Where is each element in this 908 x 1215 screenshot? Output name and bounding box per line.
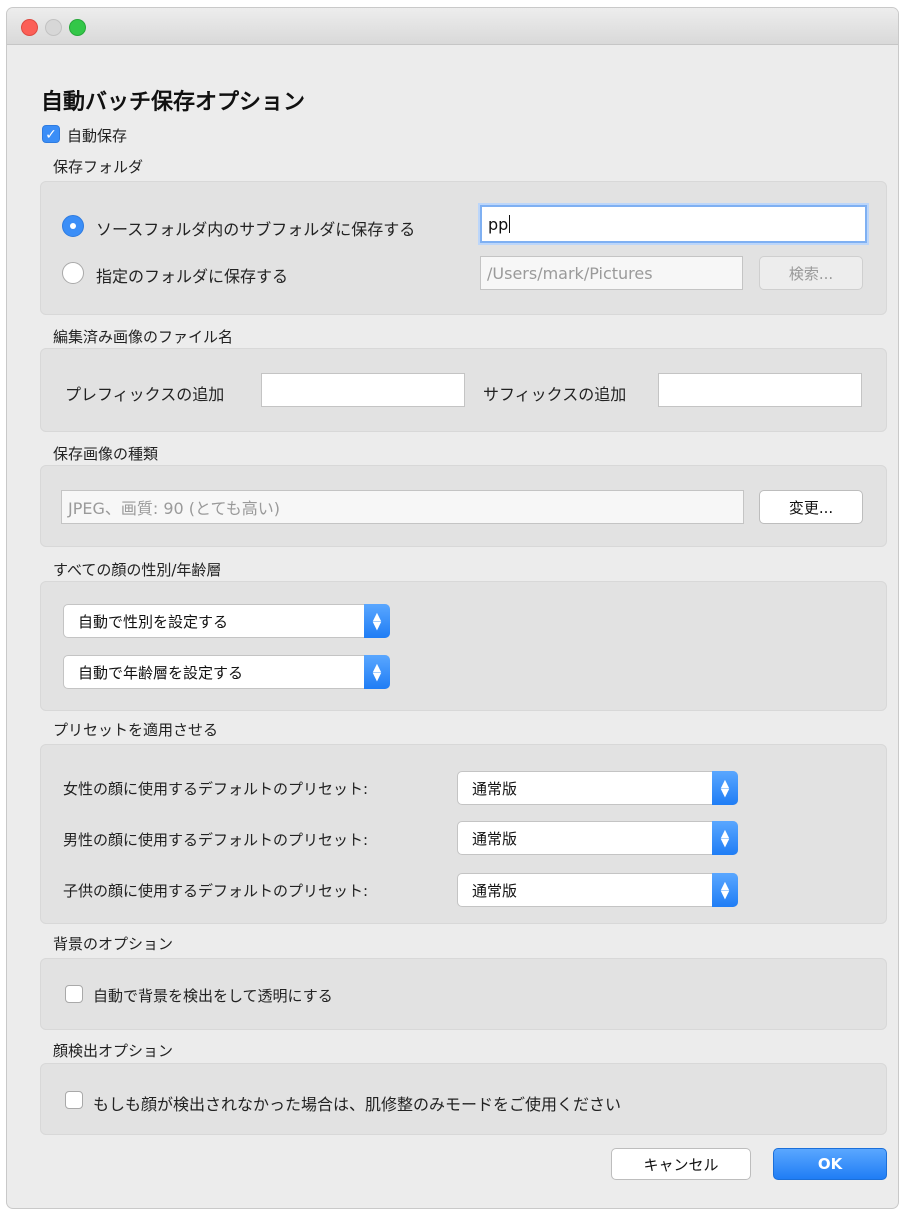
age-select[interactable]: 自動で年齢層を設定する ▲ ▼ [63,655,390,689]
chevron-updown-icon: ▲ ▼ [712,821,738,855]
gender-select[interactable]: 自動で性別を設定する ▲ ▼ [63,604,390,638]
minimize-window-button[interactable] [45,19,62,36]
save-folder-group: ソースフォルダ内のサブフォルダに保存する pp 指定のフォルダに保存する /Us… [40,181,887,315]
image-type-group: JPEG、画質: 90 (とても高い) 変更... [40,465,887,547]
background-transparent-checkbox[interactable] [65,985,83,1003]
prefix-input[interactable] [261,373,465,407]
male-preset-value: 通常版 [472,829,518,848]
background-transparent-label: 自動で背景を検出をして透明にする [93,987,333,1005]
prefix-label: プレフィックスの追加 [65,385,225,404]
browse-button[interactable]: 検索... [759,256,863,290]
close-window-button[interactable] [21,19,38,36]
specified-folder-radio[interactable] [62,262,84,284]
gender-age-heading: すべての顔の性別/年齢層 [53,561,222,579]
ok-button[interactable]: OK [773,1148,887,1180]
filename-heading: 編集済み画像のファイル名 [53,328,234,346]
background-heading: 背景のオプション [53,935,174,953]
female-preset-select[interactable]: 通常版 ▲ ▼ [457,771,738,805]
chevron-updown-icon: ▲ ▼ [364,655,390,689]
change-image-type-button[interactable]: 変更... [759,490,863,524]
female-preset-value: 通常版 [472,779,518,798]
image-type-heading: 保存画像の種類 [53,445,159,463]
gender-select-value: 自動で性別を設定する [78,612,229,631]
female-preset-label: 女性の顔に使用するデフォルトのプリセット: [63,780,369,798]
filename-group: プレフィックスの追加 サフィックスの追加 [40,348,887,432]
suffix-label: サフィックスの追加 [483,385,627,404]
child-preset-label: 子供の顔に使用するデフォルトのプリセット: [63,882,369,900]
face-detection-group: もしも顔が検出されなかった場合は、肌修整のみモードをご使用ください [40,1063,887,1135]
autosave-checkbox[interactable]: ✓ [42,125,60,143]
subfolder-name-value: pp [488,214,509,234]
zoom-window-button[interactable] [69,19,86,36]
save-folder-heading: 保存フォルダ [53,158,144,176]
specified-folder-option-label: 指定のフォルダに保存する [96,267,289,286]
face-detection-heading: 顔検出オプション [53,1042,174,1060]
skin-only-mode-checkbox[interactable] [65,1091,83,1109]
child-preset-value: 通常版 [472,881,518,900]
dialog-window: 自動バッチ保存オプション ✓ 自動保存 保存フォルダ ソースフォルダ内のサブフォ… [7,8,898,1208]
subfolder-radio[interactable] [62,215,84,237]
text-caret [509,215,511,233]
chevron-updown-icon: ▲ ▼ [712,771,738,805]
age-select-value: 自動で年齢層を設定する [78,663,244,682]
specified-folder-path-input[interactable]: /Users/mark/Pictures [480,256,743,290]
subfolder-name-input[interactable]: pp [480,205,867,243]
male-preset-label: 男性の顔に使用するデフォルトのプリセット: [63,831,369,849]
background-group: 自動で背景を検出をして透明にする [40,958,887,1030]
suffix-input[interactable] [658,373,862,407]
presets-group: 女性の顔に使用するデフォルトのプリセット: 通常版 ▲ ▼ 男性の顔に使用するデフ… [40,744,887,924]
chevron-updown-icon: ▲ ▼ [712,873,738,907]
presets-heading: プリセットを適用させる [53,721,219,739]
autosave-label: 自動保存 [67,127,128,145]
chevron-updown-icon: ▲ ▼ [364,604,390,638]
cancel-button[interactable]: キャンセル [611,1148,751,1180]
subfolder-option-label: ソースフォルダ内のサブフォルダに保存する [96,220,416,239]
image-type-field: JPEG、画質: 90 (とても高い) [61,490,744,524]
title-bar [7,8,898,45]
dialog-title: 自動バッチ保存オプション [41,90,306,115]
gender-age-group: 自動で性別を設定する ▲ ▼ 自動で年齢層を設定する ▲ ▼ [40,581,887,711]
skin-only-mode-label: もしも顔が検出されなかった場合は、肌修整のみモードをご使用ください [93,1095,622,1114]
child-preset-select[interactable]: 通常版 ▲ ▼ [457,873,738,907]
male-preset-select[interactable]: 通常版 ▲ ▼ [457,821,738,855]
